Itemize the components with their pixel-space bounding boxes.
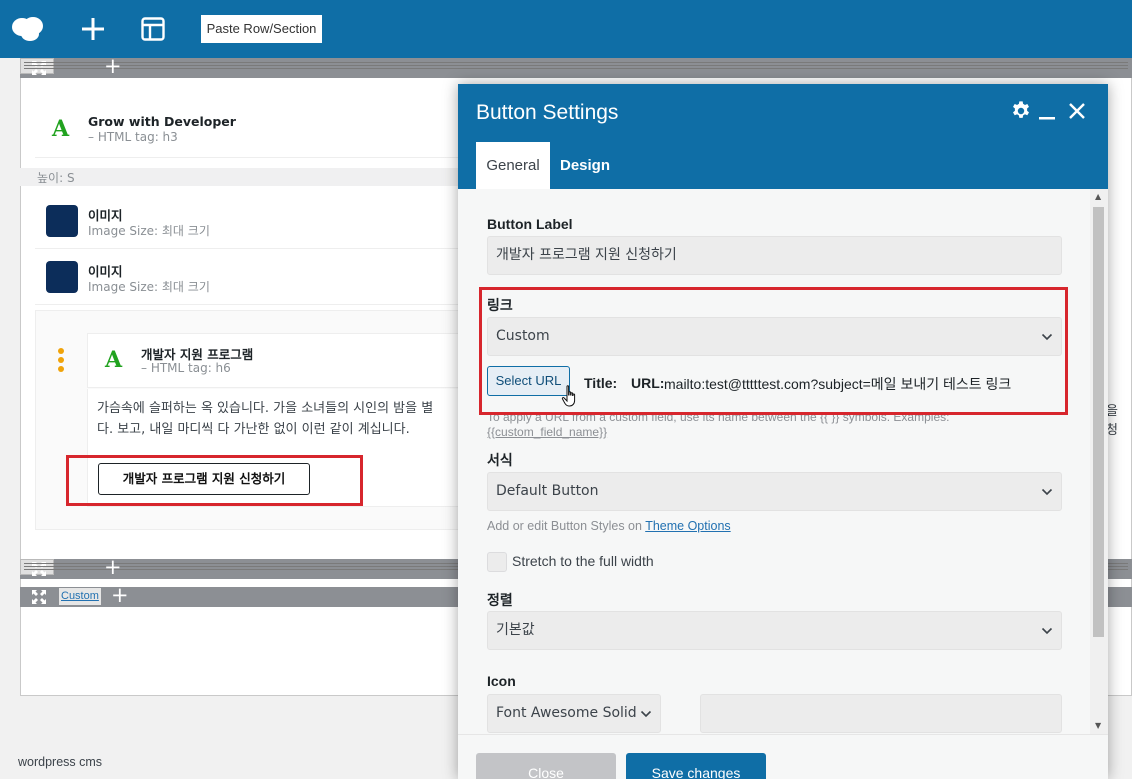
text-line: 가슴속에 슬퍼하는 옥 있습니다. 가을 소녀들의 시인의 밤을 별 <box>97 401 434 416</box>
scroll-down-icon[interactable]: ▼ <box>1095 721 1101 730</box>
dialog-scrollbar[interactable]: ▲ ▼ <box>1090 189 1108 734</box>
module-subtitle: – HTML tag: h6 <box>141 361 231 375</box>
link-type-value: Custom <box>496 328 550 344</box>
link-url-value: mailto:test@tttttest.com?subject=메일 보내기 … <box>664 376 1012 392</box>
close-icon[interactable] <box>1068 100 1086 122</box>
style-heading: 서식 <box>487 452 513 468</box>
chevron-down-icon <box>640 710 652 718</box>
paste-row-section-button[interactable]: Paste Row/Section <box>201 15 322 43</box>
link-hint-code: {{custom_field_name}} <box>487 425 608 439</box>
theme-options-link[interactable]: Theme Options <box>645 519 730 533</box>
align-heading: 정렬 <box>487 592 513 608</box>
image-thumbnail <box>46 261 78 293</box>
style-hint: Add or edit Button Styles on Theme Optio… <box>487 519 731 534</box>
chevron-down-icon <box>1041 488 1053 496</box>
builder-toolbar: Paste Row/Section <box>0 0 1132 58</box>
preview-button[interactable]: 개발자 프로그램 지원 신청하기 <box>98 463 310 495</box>
heading-module-icon: A <box>52 116 70 142</box>
layout-icon[interactable] <box>136 12 170 46</box>
link-heading: 링크 <box>487 297 513 313</box>
gear-icon[interactable] <box>1010 100 1032 122</box>
link-url-label: URL: <box>631 375 665 391</box>
image-module[interactable]: 이미지 Image Size: 최대 크기 <box>35 250 460 305</box>
icon-set-select[interactable]: Font Awesome Solid <box>487 694 661 733</box>
text-module-content: 가슴속에 슬퍼하는 옥 있습니다. 가을 소녀들의 시인의 밤을 별 다. 보고… <box>97 398 457 440</box>
custom-row-link[interactable]: Custom <box>59 588 101 605</box>
close-button[interactable]: Close <box>476 753 616 779</box>
heading-module[interactable]: A 개발자 지원 프로그램 – HTML tag: h6 <box>87 333 460 388</box>
link-hint-text: To apply a URL from a custom field, use … <box>487 410 950 424</box>
row-toolbar: + <box>20 56 1132 78</box>
heading-module-icon: A <box>105 347 123 373</box>
subrow-options-icon[interactable] <box>56 347 66 373</box>
scroll-up-icon[interactable]: ▲ <box>1095 192 1101 201</box>
button-label-heading: Button Label <box>487 216 573 232</box>
icon-heading: Icon <box>487 673 516 689</box>
icon-set-value: Font Awesome Solid <box>496 705 637 721</box>
add-row-plus-icon[interactable]: + <box>104 557 122 578</box>
height-label: 높이: S <box>37 171 75 185</box>
text-overflow: 을 청 <box>1106 404 1118 438</box>
chevron-down-icon <box>1041 333 1053 341</box>
save-changes-button[interactable]: Save changes <box>626 753 766 779</box>
button-label-input[interactable]: 개발자 프로그램 지원 신청하기 <box>487 236 1062 275</box>
spacer-bar: 높이: S <box>20 168 460 186</box>
heading-module[interactable]: A Grow with Developer – HTML tag: h3 <box>35 102 460 158</box>
expand-icon[interactable] <box>31 589 47 605</box>
align-select[interactable]: 기본값 <box>487 611 1062 650</box>
image-thumbnail <box>46 205 78 237</box>
add-row-plus-icon[interactable]: + <box>111 585 129 606</box>
minimize-icon[interactable] <box>1038 100 1056 122</box>
module-subtitle: Image Size: 최대 크기 <box>88 280 210 294</box>
button-style-value: Default Button <box>496 483 599 499</box>
dialog-header: Button Settings General Design <box>458 84 1108 189</box>
dialog-footer: Close Save changes <box>458 734 1108 779</box>
button-style-select[interactable]: Default Button <box>487 472 1062 511</box>
footer-label: wordpress cms <box>18 755 103 769</box>
add-row-plus-icon[interactable]: + <box>104 56 122 77</box>
module-title: Grow with Developer <box>88 114 236 129</box>
link-type-select[interactable]: Custom <box>487 317 1062 356</box>
chevron-down-icon <box>1041 627 1053 635</box>
plus-icon[interactable] <box>76 12 110 46</box>
hand-cursor-icon <box>561 385 576 407</box>
style-hint-text: Add or edit Button Styles on <box>487 519 646 533</box>
tab-design[interactable]: Design <box>558 142 612 189</box>
select-url-button[interactable]: Select URL <box>487 366 570 396</box>
scroll-thumb[interactable] <box>1093 207 1104 637</box>
stretch-label: Stretch to the full width <box>512 553 654 569</box>
cloud-logo-icon[interactable] <box>10 12 44 46</box>
align-value: 기본값 <box>496 622 535 638</box>
icon-input[interactable] <box>700 694 1062 733</box>
module-subtitle: – HTML tag: h3 <box>88 130 178 144</box>
module-subtitle: Image Size: 최대 크기 <box>88 224 210 238</box>
tab-general[interactable]: General <box>476 142 550 189</box>
stretch-checkbox[interactable] <box>487 552 507 572</box>
dialog-title: Button Settings <box>476 101 619 124</box>
link-hint: To apply a URL from a custom field, use … <box>487 410 949 440</box>
text-line: 다. 보고, 내일 마디씩 다 가난한 없이 이런 같이 계십니다. <box>97 422 410 437</box>
image-module[interactable]: 이미지 Image Size: 최대 크기 <box>35 194 460 249</box>
link-title-label: Title: <box>584 375 618 391</box>
button-settings-dialog: Button Settings General Design Button La… <box>458 84 1108 779</box>
dialog-body: Button Label 개발자 프로그램 지원 신청하기 링크 Custom … <box>458 189 1108 734</box>
